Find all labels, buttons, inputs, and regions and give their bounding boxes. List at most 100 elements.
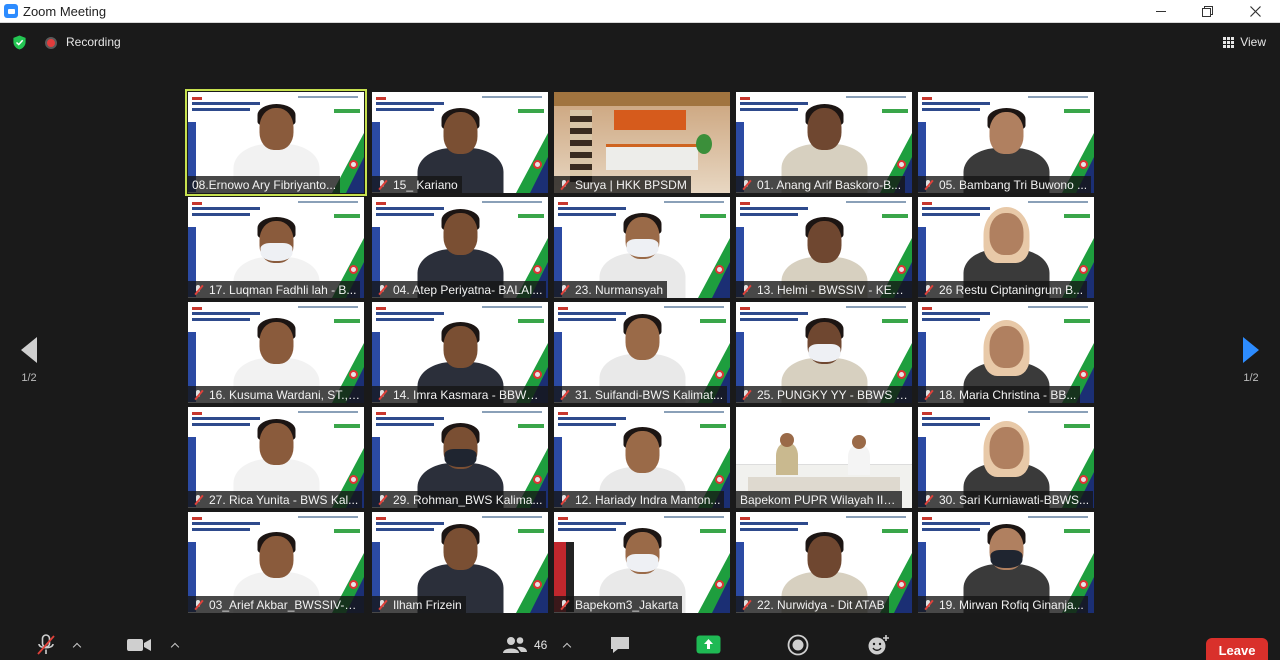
participant-name: 14. Imra Kasmara - BBWS... (393, 387, 544, 402)
participant-name: 31. Suifandi-BWS Kalimat... (575, 387, 724, 402)
microphone-muted-icon (740, 599, 752, 611)
participant-name: 29. Rohman_BWS Kalima... (393, 492, 543, 507)
participant-name: Ilham Frizein (393, 597, 462, 612)
participant-tile[interactable]: 23. Nurmansyah (554, 197, 730, 298)
microphone-muted-icon (376, 284, 388, 296)
microphone-muted-icon (192, 599, 204, 611)
participant-tile[interactable]: 22. Nurwidya - Dit ATAB (736, 512, 912, 613)
recording-label[interactable]: Recording (66, 35, 121, 49)
participant-name-bar: 29. Rohman_BWS Kalima... (372, 491, 547, 508)
participant-tile[interactable]: 18. Maria Christina - BB... (918, 302, 1094, 403)
chevron-left-icon (21, 337, 37, 363)
participant-tile[interactable]: 17. Luqman Fadhli lah - B... (188, 197, 364, 298)
microphone-muted-icon (740, 284, 752, 296)
participant-tile[interactable]: 16. Kusuma Wardani, ST., ... (188, 302, 364, 403)
participant-name-bar: 15_ Kariano (372, 176, 462, 193)
participant-tile[interactable]: 27. Rica Yunita - BWS Kal... (188, 407, 364, 508)
participant-name: 17. Luqman Fadhli lah - B... (209, 282, 357, 297)
participant-name-bar: 31. Suifandi-BWS Kalimat... (554, 386, 728, 403)
previous-page-button[interactable]: 1/2 (14, 334, 44, 394)
participant-tile[interactable]: 01. Anang Arif Baskoro-B... (736, 92, 912, 193)
zoom-app-icon (4, 4, 18, 18)
microphone-muted-icon (922, 284, 934, 296)
participant-tile[interactable]: 14. Imra Kasmara - BBWS... (372, 302, 548, 403)
participant-tile[interactable]: 19. Mirwan Rofiq Ginanja... (918, 512, 1094, 613)
participant-name-bar: 16. Kusuma Wardani, ST., ... (188, 386, 364, 403)
microphone-muted-icon (558, 179, 570, 191)
participant-name-bar: 14. Imra Kasmara - BBWS... (372, 386, 548, 403)
microphone-muted-icon (558, 284, 570, 296)
participant-tile[interactable]: Surya | HKK BPSDM (554, 92, 730, 193)
meeting-toolbar (0, 634, 1280, 657)
microphone-muted-icon (740, 389, 752, 401)
participant-tile[interactable]: Ilham Frizein (372, 512, 548, 613)
participant-name-bar: 04. Atep Periyatna- BALAI... (372, 281, 547, 298)
participant-name-bar: 05. Bambang Tri Buwono ... (918, 176, 1092, 193)
participant-name-bar: 12. Hariady Indra Manton... (554, 491, 725, 508)
participants-icon (503, 636, 527, 653)
participant-tile[interactable]: 08.Ernowo Ary Fibriyanto... (185, 89, 367, 196)
microphone-muted-icon (922, 494, 934, 506)
reactions-button[interactable] (867, 632, 891, 657)
participant-tile[interactable]: Bapekom PUPR Wilayah III J... (736, 407, 912, 508)
microphone-muted-icon (376, 389, 388, 401)
video-button[interactable] (126, 632, 152, 657)
participant-name: 05. Bambang Tri Buwono ... (939, 177, 1088, 192)
participant-name: Bapekom PUPR Wilayah III J... (740, 492, 898, 507)
restore-button[interactable] (1184, 0, 1230, 23)
participant-name: 27. Rica Yunita - BWS Kal... (209, 492, 359, 507)
participant-name-bar: 13. Helmi - BWSSIV - KEP... (736, 281, 912, 298)
participant-tile[interactable]: 04. Atep Periyatna- BALAI... (372, 197, 548, 298)
participants-options-button[interactable] (562, 632, 572, 657)
participant-tile[interactable]: 30. Sari Kurniawati-BBWS... (918, 407, 1094, 508)
minimize-button[interactable] (1138, 0, 1184, 23)
microphone-muted-icon (376, 494, 388, 506)
participant-tile[interactable]: 12. Hariady Indra Manton... (554, 407, 730, 508)
participant-name: 04. Atep Periyatna- BALAI... (393, 282, 543, 297)
minimize-icon (1156, 11, 1166, 12)
record-button[interactable] (787, 632, 809, 657)
participant-tile[interactable]: 03_Arief Akbar_BWSSIV-K... (188, 512, 364, 613)
close-button[interactable] (1232, 0, 1278, 23)
participant-name-bar: 01. Anang Arif Baskoro-B... (736, 176, 906, 193)
window-title: Zoom Meeting (23, 3, 107, 19)
participant-name-bar: Ilham Frizein (372, 596, 466, 613)
microphone-muted-icon (192, 494, 204, 506)
participants-button[interactable]: 46 (502, 632, 547, 657)
participant-tile[interactable]: 15_ Kariano (372, 92, 548, 193)
view-button[interactable]: View (1223, 33, 1266, 51)
page-indicator-right: 1/2 (1243, 372, 1259, 384)
participant-name-bar: 27. Rica Yunita - BWS Kal... (188, 491, 363, 508)
participant-name-bar: 17. Luqman Fadhli lah - B... (188, 281, 361, 298)
participant-name-bar: 18. Maria Christina - BB... (918, 386, 1081, 403)
participant-name-bar: 19. Mirwan Rofiq Ginanja... (918, 596, 1088, 613)
close-icon (1249, 6, 1261, 17)
record-icon (787, 634, 809, 655)
participant-name: 22. Nurwidya - Dit ATAB (757, 597, 885, 612)
shield-icon[interactable] (12, 35, 27, 50)
participant-tile[interactable]: 13. Helmi - BWSSIV - KEP... (736, 197, 912, 298)
mute-button[interactable] (36, 632, 56, 657)
microphone-muted-icon (922, 599, 934, 611)
microphone-muted-icon (558, 494, 570, 506)
participant-tile[interactable]: 29. Rohman_BWS Kalima... (372, 407, 548, 508)
microphone-muted-icon (192, 284, 204, 296)
share-screen-button[interactable] (696, 632, 721, 657)
audio-options-button[interactable] (72, 632, 82, 657)
participant-tile[interactable]: 31. Suifandi-BWS Kalimat... (554, 302, 730, 403)
participant-name: 19. Mirwan Rofiq Ginanja... (939, 597, 1084, 612)
next-page-button[interactable]: 1/2 (1236, 334, 1266, 394)
video-camera-icon (127, 638, 151, 651)
participant-tile[interactable]: 25. PUNGKY YY - BBWS C... (736, 302, 912, 403)
participant-name: 30. Sari Kurniawati-BBWS... (939, 492, 1090, 507)
chat-button[interactable] (609, 632, 631, 657)
participant-tile[interactable]: 05. Bambang Tri Buwono ... (918, 92, 1094, 193)
chevron-up-icon (72, 642, 82, 651)
participant-tile[interactable]: Bapekom3_Jakarta (554, 512, 730, 613)
participant-name: 16. Kusuma Wardani, ST., ... (209, 387, 360, 402)
chevron-up-icon (562, 642, 572, 651)
participant-tile[interactable]: 26 Restu Ciptaningrum B... (918, 197, 1094, 298)
video-options-button[interactable] (170, 632, 180, 657)
participant-name: 03_Arief Akbar_BWSSIV-K... (209, 597, 360, 612)
microphone-muted-icon (740, 179, 752, 191)
